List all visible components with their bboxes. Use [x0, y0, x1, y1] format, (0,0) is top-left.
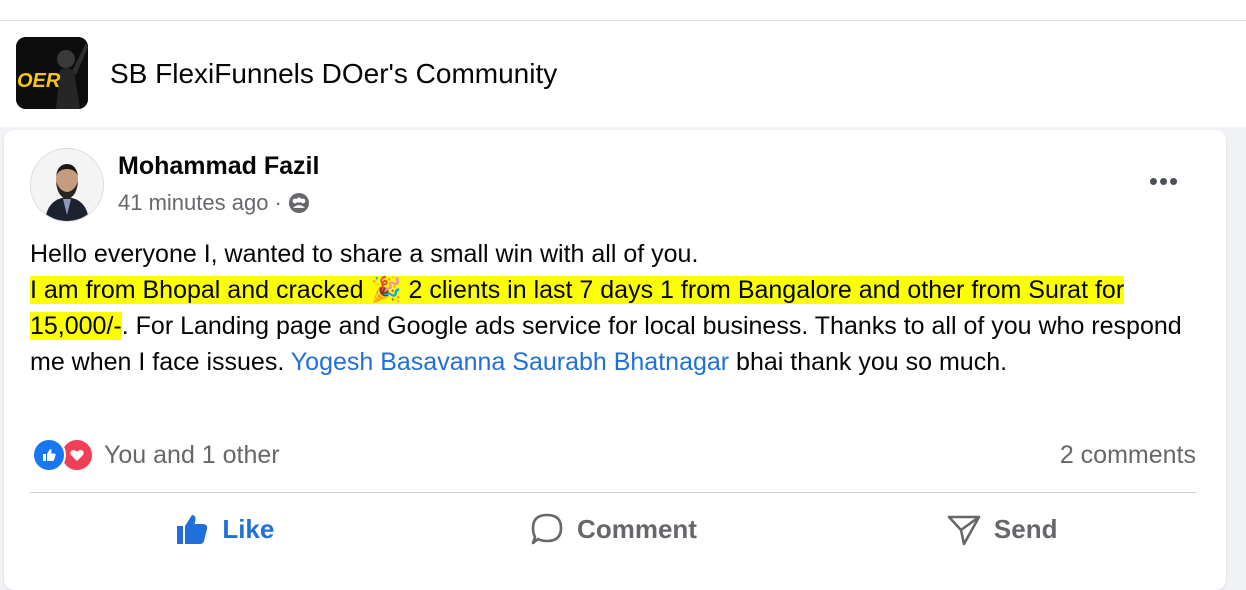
group-members-icon: [288, 193, 309, 213]
action-bar: Like Comment Send: [30, 502, 1196, 556]
author-avatar[interactable]: [30, 148, 104, 222]
send-button[interactable]: Send: [807, 502, 1196, 556]
group-header: OER SB FlexiFunnels DOer's Community: [0, 21, 1246, 127]
post-body-line1: Hello everyone I, wanted to share a smal…: [30, 240, 699, 268]
reactors-text[interactable]: You and 1 other: [104, 441, 280, 470]
top-strip: [0, 0, 1246, 21]
like-label: Like: [222, 513, 275, 544]
post-body: Hello everyone I, wanted to share a smal…: [30, 236, 1202, 380]
comment-icon: [531, 513, 563, 545]
post-body-tail: bhai thank you so much.: [729, 348, 1008, 376]
comment-button[interactable]: Comment: [419, 502, 808, 556]
send-label: Send: [993, 513, 1058, 544]
comment-count[interactable]: 2 comments: [1060, 438, 1196, 472]
more-options-button[interactable]: •••: [1142, 166, 1186, 196]
post-card: Mohammad Fazil 41 minutes ago · ••• Hell…: [4, 130, 1226, 590]
group-avatar-text: OER: [17, 70, 61, 92]
author-name[interactable]: Mohammad Fazil: [118, 150, 319, 182]
group-avatar[interactable]: OER: [16, 37, 88, 109]
send-icon: [947, 515, 981, 546]
group-avatar-image: OER: [16, 37, 88, 109]
post-time[interactable]: 41 minutes ago: [118, 188, 268, 218]
divider: [30, 492, 1196, 493]
post-meta: 41 minutes ago ·: [118, 188, 310, 218]
group-name[interactable]: SB FlexiFunnels DOer's Community: [110, 57, 557, 91]
mention-link[interactable]: Yogesh Basavanna Saurabh Bhatnagar: [291, 348, 729, 376]
comment-label: Comment: [577, 513, 697, 544]
thumbs-up-icon: [177, 515, 208, 544]
like-button[interactable]: Like: [30, 502, 419, 556]
reactions-summary[interactable]: You and 1 other: [32, 438, 280, 472]
meta-separator: ·: [274, 190, 282, 215]
author-photo: [31, 149, 103, 221]
like-reaction-icon: [32, 438, 66, 472]
